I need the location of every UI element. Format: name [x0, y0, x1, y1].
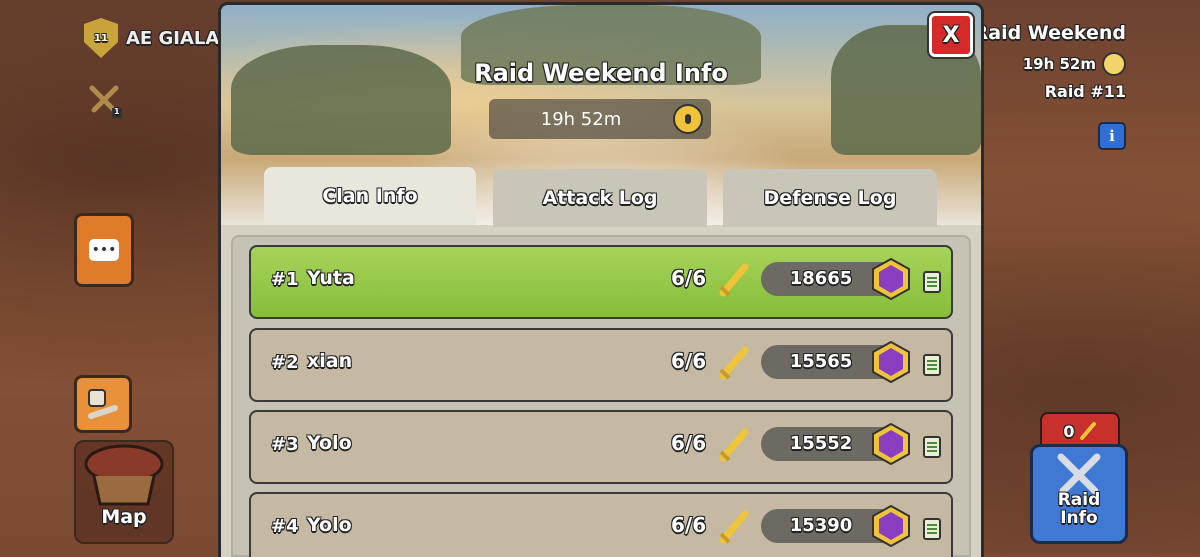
dialog-title: Raid Weekend Info: [474, 59, 728, 87]
member-row[interactable]: #2 xian 6/6 15565: [249, 328, 953, 402]
dialog-timer: 19h 52m: [489, 99, 711, 139]
raid-info-label: Raid Info: [1033, 491, 1125, 527]
capital-gold-gem-icon: [872, 257, 910, 301]
capital-gold-gem-icon: [872, 422, 910, 466]
chat-icon: •••: [89, 239, 119, 261]
capital-gold-value: 15552: [789, 433, 853, 454]
member-rank: #4: [271, 516, 299, 537]
war-badge-icon[interactable]: 1: [86, 82, 122, 118]
raid-info-button[interactable]: 0 Raid Info: [1030, 412, 1128, 544]
member-attacks: 6/6: [671, 513, 707, 537]
member-attacks: 6/6: [671, 431, 707, 455]
capital-gold-value: 15390: [789, 515, 853, 536]
tab-defense-log[interactable]: Defense Log: [723, 169, 937, 227]
raid-weekend-timer-row: 19h 52m: [974, 52, 1126, 76]
map-button[interactable]: Map: [74, 440, 174, 544]
tab-clan-info[interactable]: Clan Info: [264, 167, 476, 225]
map-label: Map: [101, 506, 147, 528]
member-attacks: 6/6: [671, 349, 707, 373]
capital-gold-gem-icon: [872, 340, 910, 384]
chat-button[interactable]: •••: [74, 213, 134, 287]
raid-weekend-hud: Raid Weekend 19h 52m Raid #11: [974, 22, 1126, 101]
sword-icon: [719, 263, 749, 297]
details-icon[interactable]: [923, 271, 941, 293]
army-button[interactable]: [74, 375, 132, 433]
member-rank: #3: [271, 434, 299, 455]
details-icon[interactable]: [923, 354, 941, 376]
raid-weekend-info-dialog: Raid Weekend Info 19h 52m X Clan Info At…: [218, 2, 984, 557]
clock-icon: [1102, 52, 1126, 76]
raid-info-label-line2: Info: [1060, 508, 1098, 528]
dialog-timer-text: 19h 52m: [540, 108, 622, 130]
raid-info-panel: Raid Info: [1030, 444, 1128, 544]
sword-shield-icon: [88, 389, 118, 419]
raid-number: Raid #11: [1044, 82, 1126, 101]
sword-icon: [719, 510, 749, 544]
member-row[interactable]: #1 Yuta 6/6 18665: [249, 245, 953, 319]
clan-name: AE GIALA: [126, 27, 220, 49]
info-button[interactable]: i: [1098, 122, 1126, 150]
member-name: Yuta: [307, 267, 355, 289]
clan-level: 11: [94, 32, 108, 44]
capital-gold-value: 18665: [789, 268, 853, 289]
member-list[interactable]: #1 Yuta 6/6 18665 #2 xian 6/6 15565 #3 Y…: [231, 235, 971, 557]
capital-gold-value: 15565: [789, 351, 853, 372]
member-attacks: 6/6: [671, 266, 707, 290]
sword-icon: [719, 428, 749, 462]
raid-info-label-line1: Raid: [1057, 490, 1101, 510]
capital-gold-gem-icon: [872, 504, 910, 548]
raid-weekend-title: Raid Weekend: [973, 22, 1126, 44]
member-rank: #2: [271, 352, 299, 373]
member-name: Yolo: [307, 514, 352, 536]
sword-icon: [719, 346, 749, 380]
details-icon[interactable]: [923, 518, 941, 540]
close-button[interactable]: X: [927, 11, 975, 59]
tab-attack-log[interactable]: Attack Log: [493, 169, 707, 227]
member-name: Yolo: [307, 432, 352, 454]
raid-weekend-timer: 19h 52m: [1022, 55, 1096, 73]
member-rank: #1: [271, 269, 299, 290]
clan-badge-icon: 11: [84, 18, 118, 58]
member-name: xian: [307, 350, 353, 372]
clan-header[interactable]: 11 AE GIALA: [84, 18, 219, 58]
lock-icon: [673, 104, 703, 134]
member-row[interactable]: #3 Yolo 6/6 15552: [249, 410, 953, 484]
details-icon[interactable]: [923, 436, 941, 458]
raid-attacks-count: 0: [1063, 421, 1075, 441]
member-row[interactable]: #4 Yolo 6/6 15390: [249, 492, 953, 557]
sword-icon: [1079, 422, 1096, 440]
badge-count: 1: [114, 107, 120, 116]
